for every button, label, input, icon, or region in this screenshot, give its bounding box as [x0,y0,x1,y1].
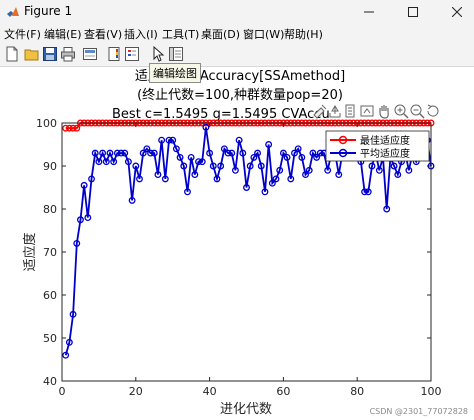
series-line-mean [64,127,432,356]
data-cursor-icon[interactable] [359,103,375,119]
data-tips-icon[interactable] [312,103,328,119]
toolbar-tooltip: 编辑绘图 [149,63,201,83]
export-icon[interactable] [327,103,343,119]
brush-icon[interactable] [342,103,358,119]
fitness-chart: 适应度曲线Accuracy[SSAmethod] (终止代数=100,种群数量p… [22,68,468,417]
x-tick-label: 80 [350,385,364,398]
legend-label-mean: 平均适应度 [360,147,410,160]
axes-toolbar [312,103,442,119]
y-tick-label: 90 [43,160,57,173]
legend: 最佳适应度 平均适应度 [325,130,430,162]
chart-title-line-2: (终止代数=100,种群数量pop=20) [137,87,343,103]
x-tick-label: 60 [276,385,290,398]
y-tick-label: 60 [43,289,57,302]
pan-hand-icon[interactable] [376,103,392,119]
y-tick-label: 70 [43,246,57,259]
y-axis-label: 适应度 [22,232,38,271]
legend-label-best: 最佳适应度 [360,134,410,147]
x-tick-label: 20 [129,385,143,398]
csdn-watermark: CSDN @2301_77072828 [370,407,468,416]
y-tick-label: 100 [36,117,57,130]
x-tick-label: 40 [203,385,217,398]
zoom-in-icon[interactable] [393,103,409,119]
y-tick-label: 50 [43,332,57,345]
y-tick-label: 80 [43,203,57,216]
restore-view-icon[interactable] [425,103,441,119]
axes-frame [61,122,432,382]
y-tick-label: 40 [43,375,57,388]
x-tick-label: 0 [59,385,66,398]
x-tick-label: 100 [421,385,442,398]
zoom-out-icon[interactable] [409,103,425,119]
x-axis-label: 进化代数 [220,402,272,417]
